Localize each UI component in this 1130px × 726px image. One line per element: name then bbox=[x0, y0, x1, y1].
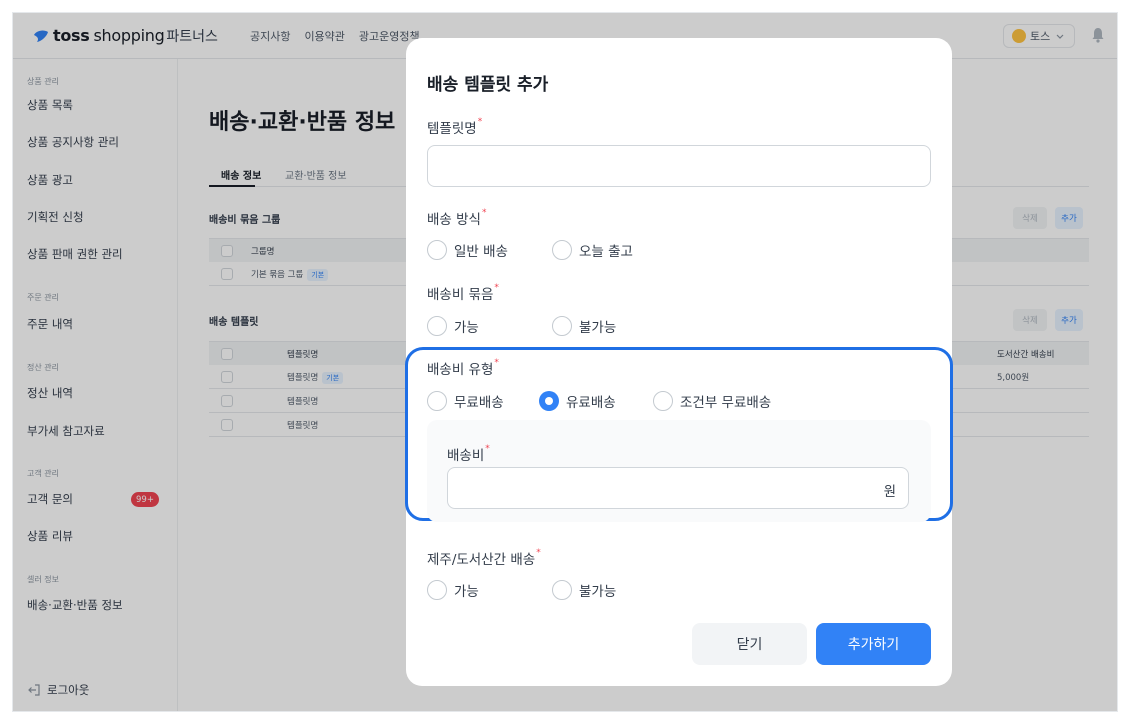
required-mark: * bbox=[481, 208, 487, 218]
template-name-label-text: 템플릿명 bbox=[427, 121, 477, 137]
shipping-method-radio-group: 일반 배송 오늘 출고 bbox=[427, 239, 633, 261]
fee-type-label: 배송비 유형* bbox=[427, 358, 499, 378]
required-mark: * bbox=[494, 358, 499, 368]
radio-label: 일반 배송 bbox=[454, 244, 508, 260]
radio-paid-shipping[interactable]: 유료배송 bbox=[539, 391, 653, 411]
shipping-fee-panel: 배송비* 원 bbox=[427, 420, 931, 522]
radio-label: 가능 bbox=[454, 584, 479, 600]
radio-label: 불가능 bbox=[579, 320, 617, 336]
bundle-label: 배송비 묶음* bbox=[427, 283, 499, 303]
bundle-label-text: 배송비 묶음 bbox=[427, 287, 494, 303]
radio-label: 무료배송 bbox=[454, 395, 504, 411]
currency-unit: 원 bbox=[883, 484, 896, 500]
radio-circle bbox=[552, 316, 572, 336]
add-shipping-template-dialog: 배송 템플릿 추가 템플릿명* 배송 방식* 일반 배송 오늘 출고 배송비 묶… bbox=[405, 38, 953, 686]
radio-circle-checked bbox=[539, 391, 559, 411]
fee-type-radio-group: 무료배송 유료배송 조건부 무료배송 bbox=[427, 390, 771, 412]
radio-circle bbox=[427, 240, 447, 260]
required-mark: * bbox=[485, 444, 490, 454]
radio-bundle-impossible[interactable]: 불가능 bbox=[552, 316, 616, 336]
radio-conditional-free-shipping[interactable]: 조건부 무료배송 bbox=[653, 391, 771, 411]
radio-circle bbox=[653, 391, 673, 411]
radio-label: 가능 bbox=[454, 320, 479, 336]
radio-label: 오늘 출고 bbox=[579, 244, 633, 260]
radio-circle bbox=[427, 316, 447, 336]
radio-label: 불가능 bbox=[579, 584, 617, 600]
island-shipping-radio-group: 가능 불가능 bbox=[427, 579, 616, 601]
required-mark: * bbox=[536, 548, 541, 558]
template-name-input[interactable] bbox=[427, 145, 931, 187]
radio-circle bbox=[552, 240, 572, 260]
shipping-method-label: 배송 방식* bbox=[427, 208, 486, 228]
radio-same-day-dispatch[interactable]: 오늘 출고 bbox=[552, 240, 633, 260]
island-shipping-label: 제주/도서산간 배송* bbox=[427, 548, 541, 568]
shipping-method-label-text: 배송 방식 bbox=[427, 212, 481, 228]
shipping-fee-label: 배송비* bbox=[447, 444, 490, 464]
radio-bundle-possible[interactable]: 가능 bbox=[427, 316, 552, 336]
radio-free-shipping[interactable]: 무료배송 bbox=[427, 391, 539, 411]
radio-circle bbox=[427, 391, 447, 411]
fee-type-label-text: 배송비 유형 bbox=[427, 362, 494, 378]
radio-island-possible[interactable]: 가능 bbox=[427, 580, 552, 600]
app-window: toss shopping 파트너스 공지사항 이용약관 광고운영정책 토스 상… bbox=[12, 12, 1118, 712]
shipping-fee-label-text: 배송비 bbox=[447, 448, 485, 464]
close-button[interactable]: 닫기 bbox=[692, 623, 807, 665]
radio-island-impossible[interactable]: 불가능 bbox=[552, 580, 616, 600]
radio-label: 유료배송 bbox=[566, 395, 616, 411]
submit-add-button[interactable]: 추가하기 bbox=[816, 623, 931, 665]
shipping-fee-input[interactable]: 원 bbox=[447, 467, 909, 509]
template-name-label: 템플릿명* bbox=[427, 117, 482, 137]
bundle-radio-group: 가능 불가능 bbox=[427, 315, 616, 337]
required-mark: * bbox=[477, 117, 483, 127]
island-shipping-label-text: 제주/도서산간 배송 bbox=[427, 552, 536, 568]
radio-circle bbox=[427, 580, 447, 600]
dialog-title: 배송 템플릿 추가 bbox=[427, 75, 549, 95]
required-mark: * bbox=[494, 283, 499, 293]
radio-circle bbox=[552, 580, 572, 600]
radio-normal-shipping[interactable]: 일반 배송 bbox=[427, 240, 552, 260]
radio-label: 조건부 무료배송 bbox=[680, 395, 772, 411]
